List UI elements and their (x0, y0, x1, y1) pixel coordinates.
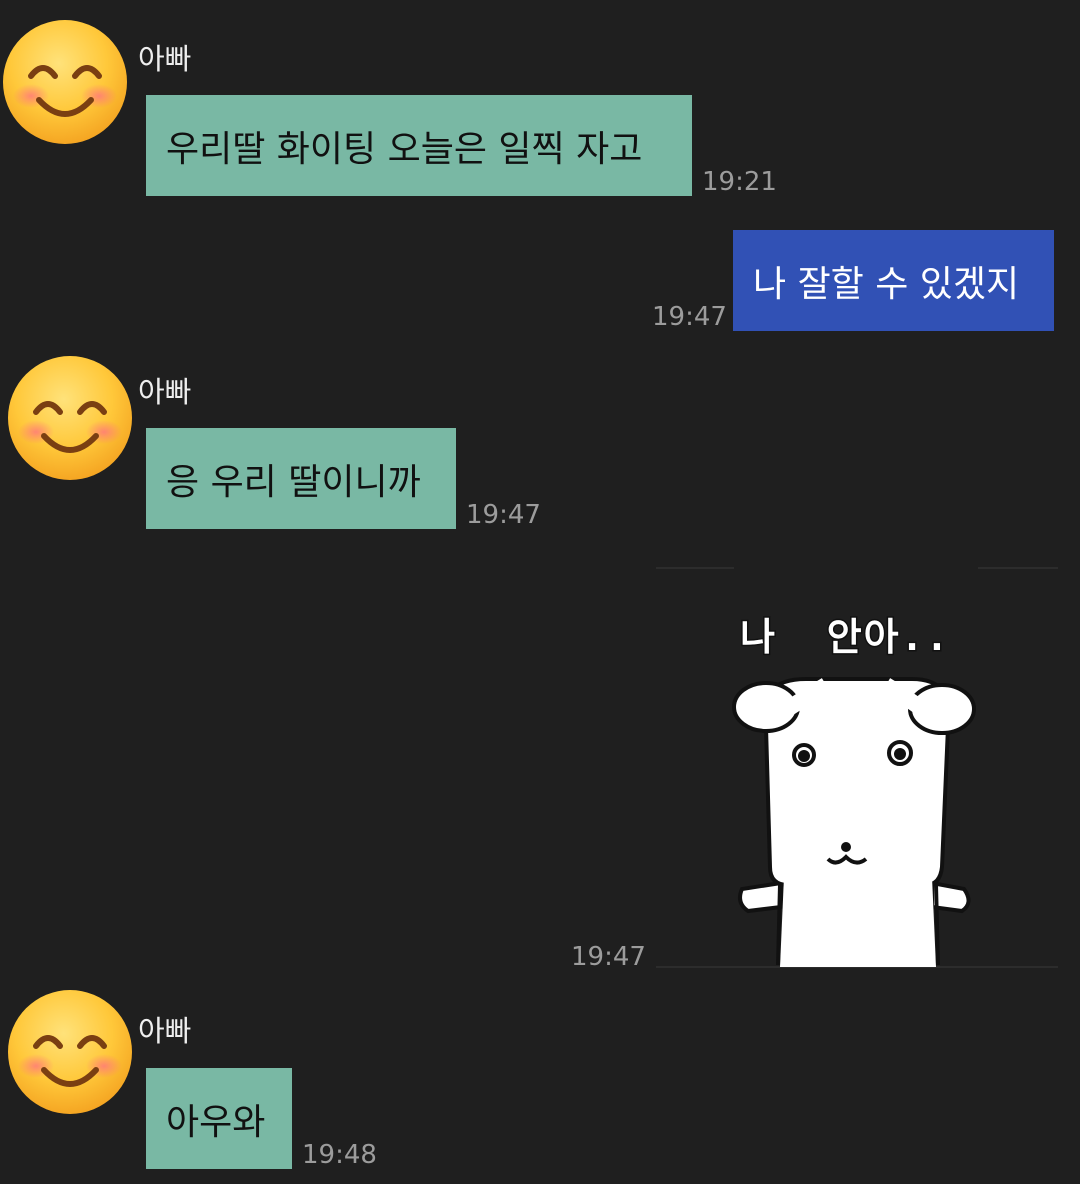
message-timestamp: 19:47 (466, 500, 541, 530)
sender-name: 아빠 (138, 1014, 192, 1048)
message-bubble-received[interactable]: 응 우리 딸이니까 (146, 428, 456, 529)
sender-name: 아빠 (138, 375, 192, 409)
message-timestamp: 19:47 (652, 302, 727, 332)
message-timestamp: 19:21 (702, 167, 777, 197)
message-bubble-received[interactable]: 우리딸 화이팅 오늘은 일찍 자고 (146, 95, 692, 196)
sticker-caption: 나 안아.. (738, 614, 951, 661)
message-bubble-sent[interactable]: 나 잘할 수 있겠지 (733, 230, 1054, 331)
message-bubble-received[interactable]: 아우와 (146, 1068, 292, 1169)
smiling-face-emoji-icon[interactable] (1, 18, 129, 146)
sender-name: 아빠 (138, 42, 192, 76)
message-timestamp: 19:48 (302, 1140, 377, 1170)
chat-screen: 아빠 우리딸 화이팅 오늘은 일찍 자고 19:21 19:47 나 잘할 수 … (0, 0, 1080, 1184)
message-timestamp: 19:47 (571, 942, 646, 972)
smiling-face-emoji-icon[interactable] (6, 988, 134, 1116)
smiling-face-emoji-icon[interactable] (6, 354, 134, 482)
